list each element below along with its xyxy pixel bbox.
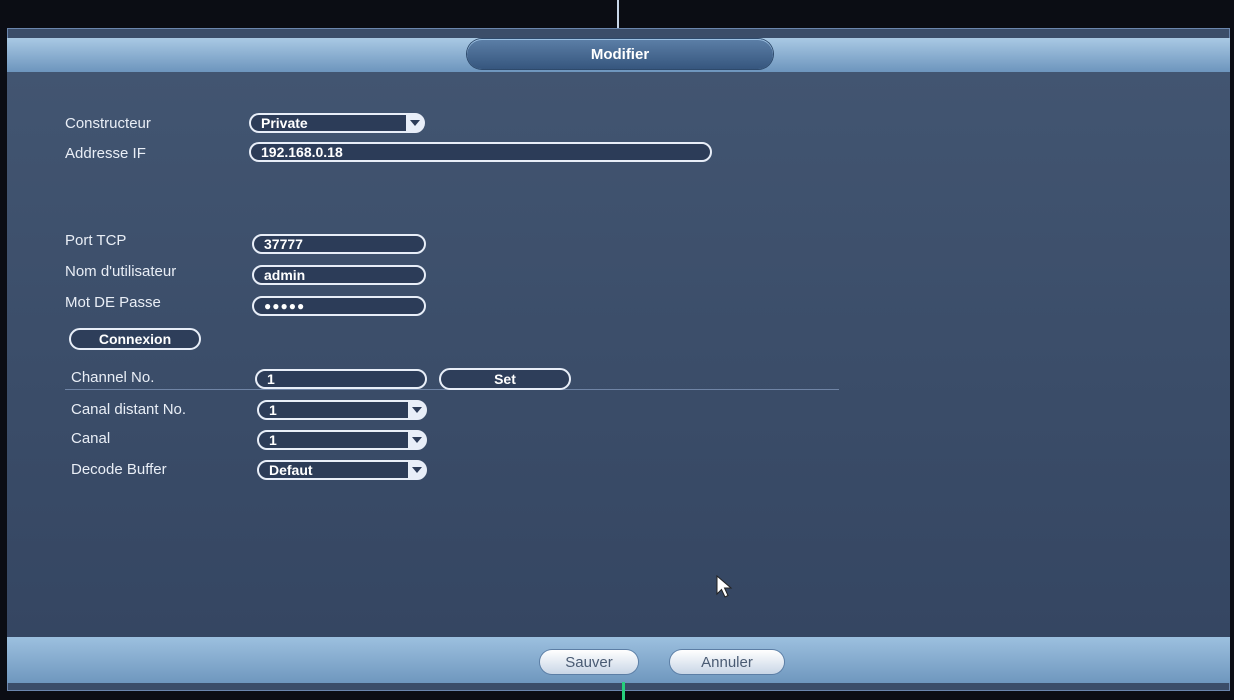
connect-button[interactable]: Connexion (69, 328, 201, 350)
channel-value: 1 (269, 432, 277, 448)
dialog-footer: Sauver Annuler (7, 637, 1230, 683)
ip-label: Addresse IF (65, 145, 146, 162)
save-button[interactable]: Sauver (540, 650, 638, 674)
ip-address-value: 192.168.0.18 (261, 144, 343, 160)
title-bar: Modifier (7, 38, 1230, 72)
dialog-title: Modifier (467, 39, 773, 69)
username-field[interactable]: admin (252, 265, 426, 285)
channel-no-label: Channel No. (71, 369, 155, 386)
channel-no-field[interactable]: 1 (255, 369, 427, 389)
chevron-down-icon[interactable] (406, 114, 424, 132)
manufacturer-select[interactable]: Private (249, 113, 425, 133)
modify-dialog: Modifier Constructeur Private Addresse I… (7, 28, 1230, 691)
remote-channel-label: Canal distant No. (71, 401, 187, 418)
manufacturer-label: Constructeur (65, 115, 151, 132)
manufacturer-value: Private (261, 115, 308, 131)
channel-no-value: 1 (267, 371, 275, 387)
decode-buffer-label: Decode Buffer (71, 461, 167, 478)
chevron-down-icon[interactable] (408, 461, 426, 479)
tcp-port-value: 37777 (264, 236, 303, 252)
decode-buffer-select[interactable]: Defaut (257, 460, 427, 480)
remote-channel-select[interactable]: 1 (257, 400, 427, 420)
password-label: Mot DE Passe (65, 294, 161, 311)
chevron-down-icon[interactable] (408, 431, 426, 449)
password-value: ●●●●● (264, 299, 306, 313)
channel-label: Canal (71, 430, 111, 447)
remote-channel-value: 1 (269, 402, 277, 418)
username-label: Nom d'utilisateur (65, 263, 177, 280)
password-field[interactable]: ●●●●● (252, 296, 426, 316)
tcp-port-field[interactable]: 37777 (252, 234, 426, 254)
mouse-pointer-icon (716, 575, 733, 598)
set-button[interactable]: Set (439, 368, 571, 390)
decode-buffer-value: Defaut (269, 462, 313, 478)
screen-edge-line-bottom (622, 682, 625, 700)
cancel-button[interactable]: Annuler (670, 650, 784, 674)
channel-select[interactable]: 1 (257, 430, 427, 450)
tcp-port-label: Port TCP (65, 232, 127, 249)
username-value: admin (264, 267, 306, 283)
chevron-down-icon[interactable] (408, 401, 426, 419)
ip-address-field[interactable]: 192.168.0.18 (249, 142, 712, 162)
dialog-content: Constructeur Private Addresse IF 192.168… (7, 72, 1230, 637)
